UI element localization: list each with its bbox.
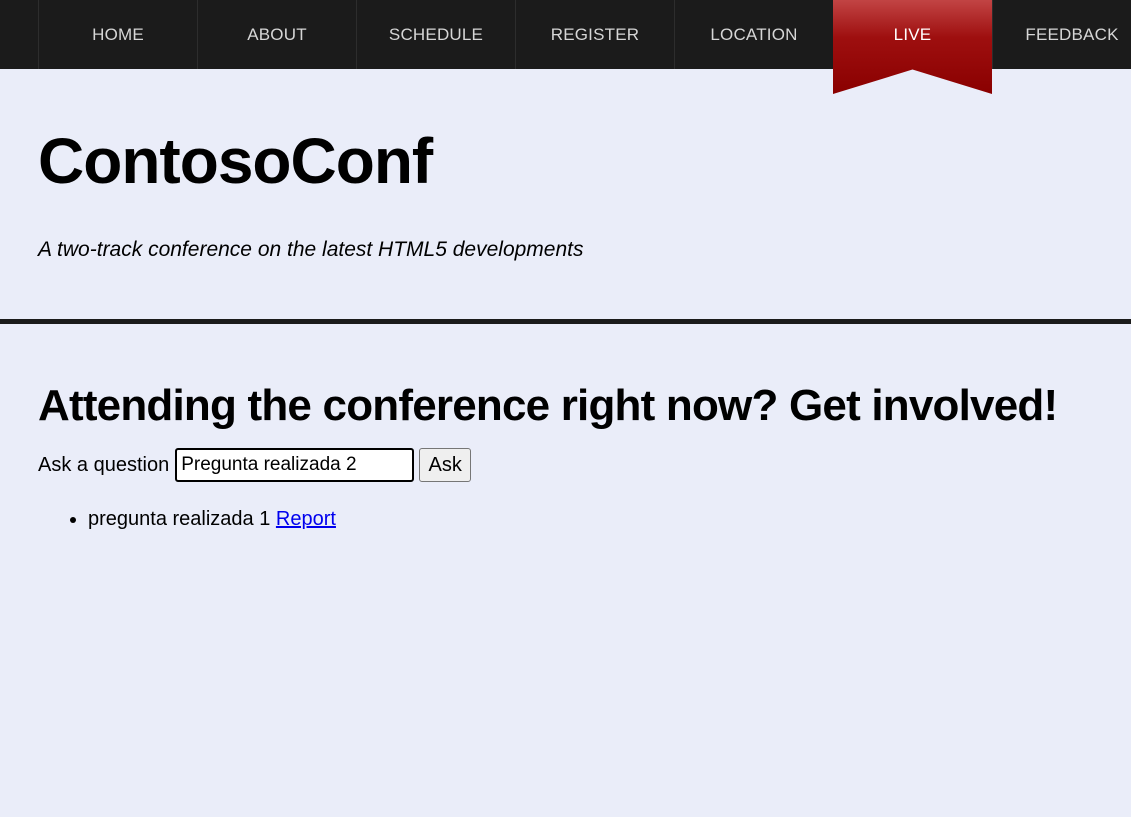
nav-item-label: LIVE — [893, 24, 932, 44]
ask-button[interactable]: Ask — [419, 448, 472, 482]
nav-item-location[interactable]: LOCATION — [674, 0, 833, 69]
nav-item-feedback[interactable]: FEEDBACK — [992, 0, 1131, 69]
ask-question-label: Ask a question — [38, 453, 170, 476]
nav-item-label: REGISTER — [550, 24, 640, 44]
header-divider — [0, 319, 1131, 324]
nav-item-label: HOME — [92, 24, 144, 44]
page-heading: Attending the conference right now? Get … — [38, 381, 1058, 430]
site-header: ContosoConf A two-track conference on th… — [0, 69, 1131, 319]
nav-item-label: LOCATION — [710, 24, 798, 44]
ask-question-form: Ask a question Ask — [38, 448, 472, 482]
nav-item-live[interactable]: LIVE — [833, 0, 992, 94]
ask-question-input[interactable] — [175, 448, 415, 482]
top-navigation-bar: HOME ABOUT SCHEDULE REGISTER LOCATION LI… — [0, 0, 1131, 94]
question-list-item: pregunta realizada 1 Report — [88, 506, 336, 532]
nav-item-about[interactable]: ABOUT — [197, 0, 356, 69]
question-text: pregunta realizada 1 — [88, 508, 271, 530]
nav-item-register[interactable]: REGISTER — [515, 0, 674, 69]
site-title: ContosoConf — [38, 125, 433, 197]
nav-item-home[interactable]: HOME — [38, 0, 197, 69]
nav-list: HOME ABOUT SCHEDULE REGISTER LOCATION LI… — [38, 0, 1131, 94]
report-link[interactable]: Report — [276, 508, 336, 530]
nav-item-label: SCHEDULE — [388, 24, 484, 44]
question-list: pregunta realizada 1 Report — [88, 506, 336, 532]
nav-item-schedule[interactable]: SCHEDULE — [356, 0, 515, 69]
nav-item-label: ABOUT — [247, 24, 307, 44]
site-tagline: A two-track conference on the latest HTM… — [38, 238, 584, 261]
nav-item-label: FEEDBACK — [1025, 24, 1119, 44]
